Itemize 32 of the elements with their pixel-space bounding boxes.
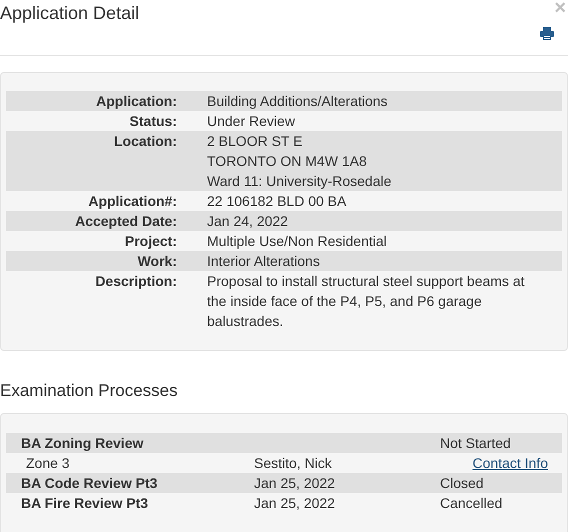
process-name: BA Fire Review Pt3 xyxy=(20,494,150,513)
field-value: Interior Alterations xyxy=(207,252,320,271)
field-label: Location: xyxy=(113,132,177,151)
field-label: Project: xyxy=(124,232,177,251)
examiner-name: Sestito, Nick xyxy=(254,454,333,473)
process-status: Not Started xyxy=(440,434,511,453)
field-value: Ward 11: University-Rosedale xyxy=(207,172,392,191)
process-status: Cancelled xyxy=(440,494,502,513)
field-label: Application: xyxy=(95,92,177,111)
field-label: Description: xyxy=(94,272,177,291)
process-name: BA Zoning Review xyxy=(20,434,144,453)
field-value: Proposal to install structural steel support beams at the inside face of the P4, P5, and P6 garage balustrades. xyxy=(207,272,526,331)
process-name: BA Code Review Pt3 xyxy=(20,474,158,493)
contact-link[interactable]: Contact Info xyxy=(472,453,548,473)
field-label: Accepted Date: xyxy=(74,212,177,231)
field-value: Building Additions/Alterations xyxy=(207,92,388,111)
dialog-title: Application Detail xyxy=(0,2,140,25)
field-value: 22 106182 BLD 00 BA xyxy=(207,192,346,211)
process-status: Closed xyxy=(440,474,484,493)
field-label: Status: xyxy=(128,112,177,131)
field-value: 2 BLOOR ST E xyxy=(207,132,304,151)
zone-name: Zone 3 xyxy=(25,454,71,473)
process-date: Jan 25, 2022 xyxy=(254,495,335,511)
field-value: Jan 24, 2022 xyxy=(207,212,288,231)
field-value: Under Review xyxy=(207,112,295,131)
print-icon[interactable] xyxy=(540,27,554,40)
field-value: TORONTO ON M4W 1A8 xyxy=(207,152,368,171)
section-title: Examination Processes xyxy=(0,380,179,402)
process-date: Jan 25, 2022 xyxy=(254,475,335,491)
field-label: Work: xyxy=(136,252,177,271)
field-label: Application#: xyxy=(87,192,177,211)
field-value: Multiple Use/Non Residential xyxy=(207,232,387,251)
